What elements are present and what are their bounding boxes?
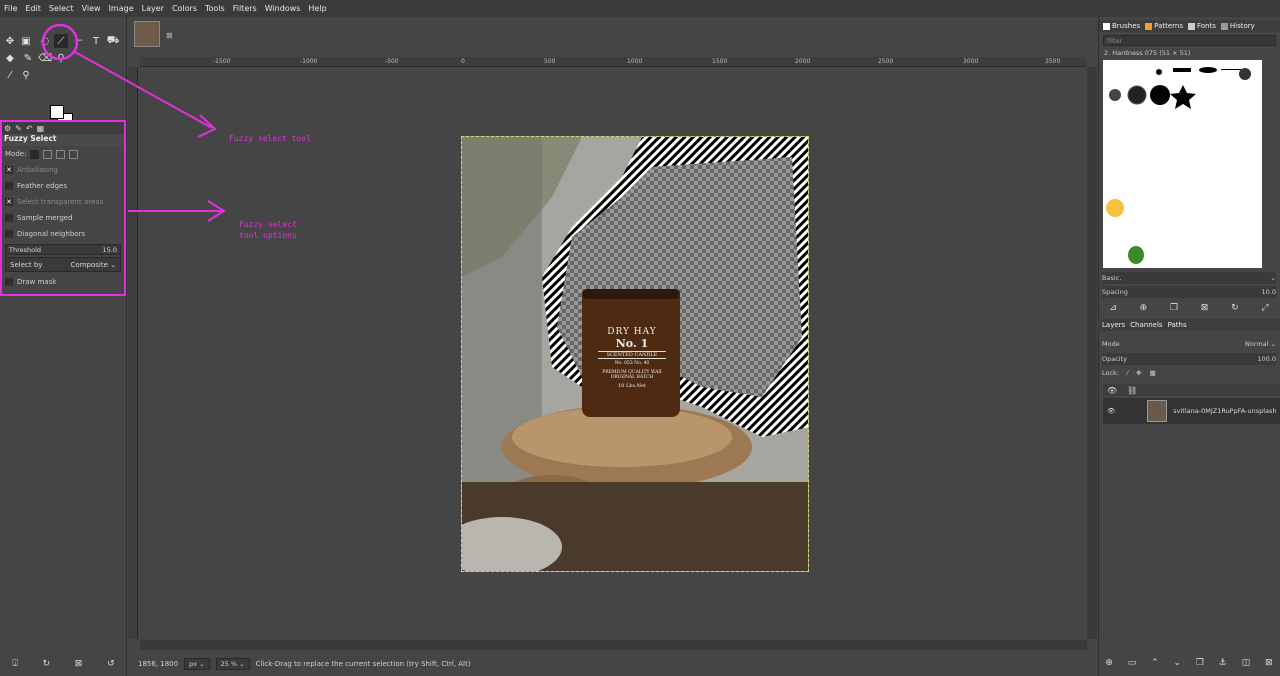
fuzzy-tool-arrow xyxy=(74,51,213,129)
annotation-options-line-2: tool options xyxy=(239,231,297,240)
fuzzy-tool-highlight-circle xyxy=(41,23,79,61)
annotation-options-line-1: Fuzzy select xyxy=(239,220,297,229)
annotation-fuzzy-tool: Fuzzy select tool xyxy=(229,134,311,143)
annotation-overlay xyxy=(41,23,226,222)
